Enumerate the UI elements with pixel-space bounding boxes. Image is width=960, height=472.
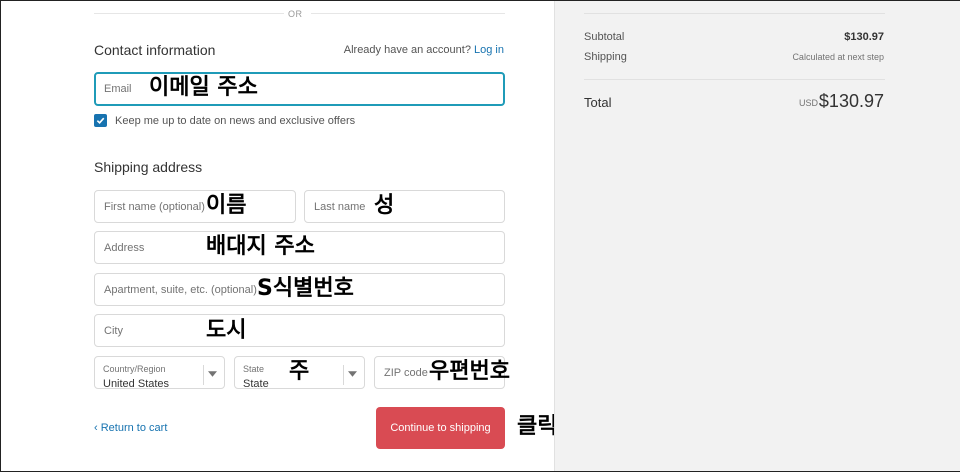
country-value: United States: [103, 378, 170, 390]
apartment-placeholder: Apartment, suite, etc. (optional): [104, 283, 257, 296]
subtotal-label: Subtotal: [584, 31, 625, 43]
return-to-cart-link[interactable]: ‹ Return to cart: [94, 422, 167, 434]
email-annotation: 이메일 주소: [149, 75, 258, 100]
country-label: Country/Region: [103, 364, 166, 374]
address-annotation: 배대지 주소: [206, 234, 315, 259]
select-divider: [343, 365, 344, 385]
apartment-annotation: S식별번호: [257, 276, 354, 301]
city-annotation: 도시: [206, 318, 247, 343]
continue-annotation: 클릭: [517, 414, 558, 439]
contact-section-title: Contact information: [94, 42, 216, 58]
state-annotation: 주: [289, 359, 310, 384]
shipping-value: Calculated at next step: [792, 52, 884, 62]
login-prompt: Already have an account? Log in: [344, 44, 504, 56]
login-link[interactable]: Log in: [474, 44, 504, 56]
first-name-field[interactable]: First name (optional): [94, 190, 296, 223]
last-name-annotation: 성: [374, 193, 395, 218]
or-divider-text: OR: [288, 9, 303, 19]
total-currency: USD: [798, 98, 818, 108]
total-value: $130.97: [818, 91, 884, 111]
newsletter-checkbox[interactable]: [94, 114, 107, 127]
city-field[interactable]: City: [94, 314, 505, 347]
shipping-section-title: Shipping address: [94, 159, 203, 175]
summary-divider: [584, 79, 885, 80]
zip-placeholder: ZIP code: [384, 366, 428, 379]
zip-annotation: 우편번호: [429, 359, 510, 384]
state-label: State: [243, 364, 265, 374]
address-placeholder: Address: [104, 241, 145, 254]
select-divider: [203, 365, 204, 385]
continue-to-shipping-button[interactable]: Continue to shipping: [376, 407, 505, 449]
country-select[interactable]: Country/Region United States: [94, 356, 225, 390]
chevron-down-icon: [208, 371, 217, 377]
divider-right: [311, 13, 505, 14]
shipping-label: Shipping: [584, 51, 627, 63]
have-account-text: Already have an account?: [343, 44, 471, 56]
return-to-cart-label: Return to cart: [100, 422, 168, 434]
last-name-field[interactable]: Last name: [304, 190, 505, 223]
subtotal-value: $130.97: [844, 31, 884, 43]
chevron-down-icon: [348, 371, 357, 377]
city-placeholder: City: [104, 324, 123, 337]
order-summary-sidebar: [554, 1, 960, 471]
state-value: State: [243, 378, 269, 390]
total-label: Total: [584, 95, 612, 110]
first-name-annotation: 이름: [206, 193, 247, 218]
first-name-placeholder: First name (optional): [104, 200, 205, 213]
summary-top-divider: [584, 13, 885, 14]
divider-left: [94, 13, 284, 14]
last-name-placeholder: Last name: [314, 200, 366, 213]
newsletter-label: Keep me up to date on news and exclusive…: [115, 115, 356, 127]
checkmark-icon: [96, 117, 105, 125]
chevron-left-icon: ‹: [94, 422, 98, 434]
email-placeholder: Email: [104, 83, 132, 95]
